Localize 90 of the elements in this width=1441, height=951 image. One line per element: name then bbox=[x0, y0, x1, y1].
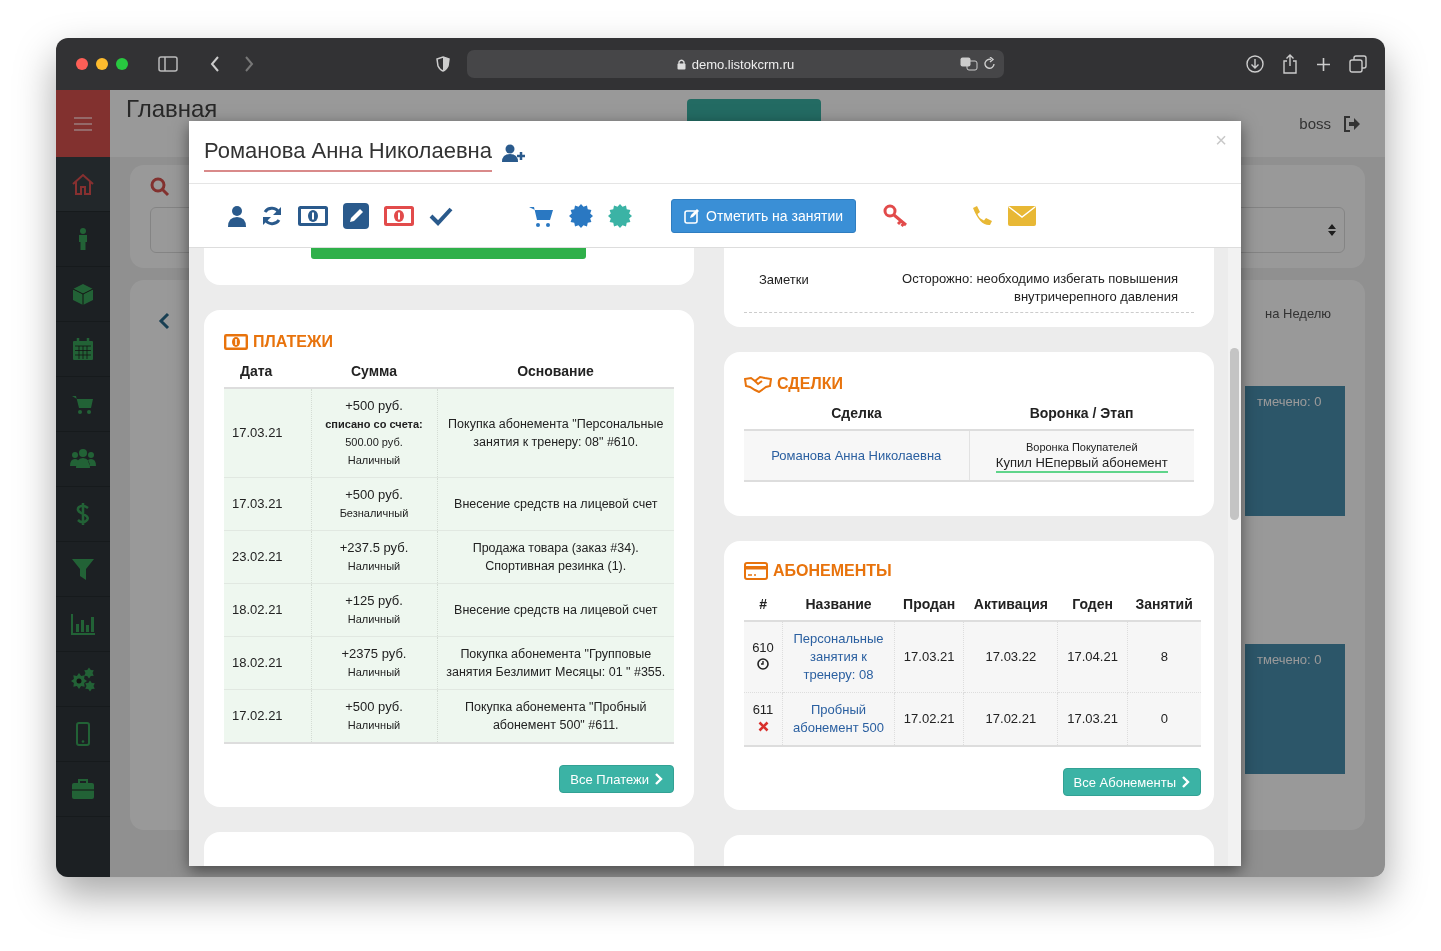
menu-icon bbox=[73, 115, 93, 132]
handshake-icon bbox=[744, 375, 772, 393]
zoom-window-button[interactable] bbox=[116, 58, 128, 70]
clock-icon bbox=[757, 658, 769, 670]
forward-icon[interactable] bbox=[244, 56, 254, 72]
chart-icon bbox=[70, 611, 96, 637]
amount-cell: +125 руб. Наличный bbox=[311, 583, 437, 637]
section-title: ПЛАТЕЖИ bbox=[253, 333, 333, 351]
sign-out-icon[interactable] bbox=[1343, 115, 1361, 132]
gears-icon bbox=[70, 666, 96, 692]
check-icon[interactable] bbox=[429, 205, 453, 226]
basis-cell: Продажа товара (заказ #34). Спортивная резинка (1). bbox=[437, 530, 674, 584]
date-cell: 17.03.21 bbox=[224, 477, 311, 531]
week-tab[interactable]: на Неделю bbox=[1245, 300, 1345, 330]
address-bar[interactable]: demo.listokcrm.ru bbox=[467, 50, 1004, 78]
all-subscriptions-button[interactable]: Все Абонементы bbox=[1062, 768, 1201, 796]
calendar-icon bbox=[70, 336, 96, 362]
banknote-icon bbox=[224, 334, 248, 350]
section-title: АБОНЕМЕНТЫ bbox=[773, 562, 892, 580]
funnel-name: Воронка Покупателей bbox=[1024, 441, 1139, 453]
table-cell: 17.03.22 bbox=[963, 621, 1058, 693]
edit-icon bbox=[684, 207, 700, 224]
subscription-number: 610 bbox=[751, 639, 775, 657]
table-cell: 17.03.21 bbox=[1057, 692, 1128, 746]
table-cell: 8 bbox=[1127, 621, 1201, 693]
mark-attendance-button[interactable]: Отметить на занятии bbox=[671, 198, 857, 233]
filter-icon bbox=[70, 556, 96, 582]
basis-cell: Внесение средств на лицевой счет bbox=[437, 477, 674, 531]
user-icon[interactable] bbox=[228, 204, 246, 227]
table-cell: 17.04.21 bbox=[1057, 621, 1128, 693]
amount-cell: +2375 руб. Наличный bbox=[311, 636, 437, 690]
date-cell: 17.03.21 bbox=[224, 388, 311, 478]
edit-icon[interactable] bbox=[343, 202, 369, 229]
banknote-icon[interactable] bbox=[298, 205, 328, 226]
add-user-icon[interactable] bbox=[502, 144, 526, 162]
new-tab-icon[interactable] bbox=[1316, 56, 1331, 72]
translate-icon[interactable] bbox=[960, 57, 978, 71]
dialog-title: Романова Анна Николаевна bbox=[204, 138, 492, 172]
calendar-event[interactable]: тмечено: 0 bbox=[1245, 644, 1345, 774]
amount-cell: +237.5 руб. Наличный bbox=[311, 530, 437, 584]
date-cell: 17.02.21 bbox=[224, 689, 311, 743]
amount-cell: +500 руб. списано со счета: 500.00 руб. Наличный bbox=[311, 388, 437, 478]
notes-label: Заметки bbox=[759, 271, 809, 289]
banknote-icon[interactable] bbox=[384, 205, 414, 226]
basis-cell: Покупка абонемента "Пробный абонемент 500" #611. bbox=[437, 689, 674, 743]
share-icon[interactable] bbox=[1282, 54, 1298, 74]
download-icon[interactable] bbox=[1246, 55, 1264, 73]
basis-cell: Внесение средств на лицевой счет bbox=[437, 583, 674, 637]
calendar-event[interactable]: тмечено: 0 bbox=[1245, 386, 1345, 516]
section-title: СДЕЛКИ bbox=[777, 375, 843, 393]
page-title: Главная bbox=[126, 94, 218, 123]
table-cell: 0 bbox=[1127, 692, 1201, 746]
close-window-button[interactable] bbox=[76, 58, 88, 70]
chevron-right-icon bbox=[1181, 776, 1190, 788]
minimize-window-button[interactable] bbox=[96, 58, 108, 70]
credit-card-icon bbox=[744, 562, 768, 580]
home-icon bbox=[70, 171, 96, 197]
table-cell: 17.03.21 bbox=[894, 621, 964, 693]
subscription-number: 611 bbox=[751, 701, 775, 719]
user-name: boss bbox=[1299, 115, 1331, 132]
key-icon[interactable] bbox=[883, 203, 910, 228]
cross-icon bbox=[757, 721, 769, 732]
basis-cell: Покупка абонемента "Персональные занятия к тренеру: 08" #610. bbox=[437, 388, 674, 478]
refresh-icon[interactable] bbox=[261, 204, 283, 227]
shield-icon[interactable] bbox=[436, 56, 450, 72]
reload-icon[interactable] bbox=[984, 57, 996, 70]
badge-icon[interactable] bbox=[569, 203, 593, 228]
sidebar-toggle-icon[interactable] bbox=[158, 56, 178, 72]
amount-cell: +500 руб. Безналичный bbox=[311, 477, 437, 531]
sort-caret-icon bbox=[1328, 223, 1336, 237]
stage-name: Купил НЕпервый абонемент bbox=[995, 455, 1168, 473]
all-payments-button[interactable]: Все Платежи bbox=[559, 765, 674, 793]
search-icon bbox=[150, 177, 170, 197]
lock-icon bbox=[676, 58, 686, 70]
badge-icon[interactable] bbox=[608, 203, 632, 228]
cube-icon bbox=[70, 281, 96, 307]
previous-icon[interactable] bbox=[158, 312, 170, 330]
date-cell: 18.02.21 bbox=[224, 583, 311, 637]
back-icon[interactable] bbox=[210, 56, 220, 72]
table-cell: 17.02.21 bbox=[894, 692, 964, 746]
amount-cell: +500 руб. Наличный bbox=[311, 689, 437, 743]
date-cell: 18.02.21 bbox=[224, 636, 311, 690]
table-cell: 17.02.21 bbox=[963, 692, 1058, 746]
tabs-overview-icon[interactable] bbox=[1349, 55, 1367, 73]
basis-cell: Покупка абонемента "Групповые занятия Безлимит Месяцы: 01 " #355. bbox=[437, 636, 674, 690]
notes-text: Осторожно: необходимо избегать повышения внутричерепного давления bbox=[901, 270, 1178, 306]
scrollbar-thumb[interactable] bbox=[1230, 348, 1239, 520]
date-cell: 23.02.21 bbox=[224, 530, 311, 584]
briefcase-icon bbox=[70, 776, 96, 802]
chevron-right-icon bbox=[654, 773, 663, 785]
